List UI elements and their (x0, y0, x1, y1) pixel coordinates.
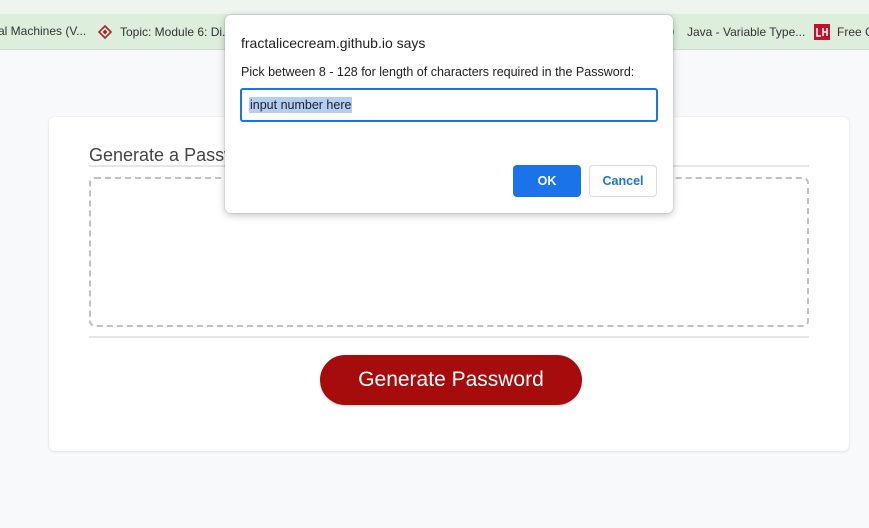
divider (89, 336, 809, 338)
bookmark-item[interactable]: Free C (814, 24, 869, 40)
dialog-title: fractalicecream.github.io says (241, 35, 426, 51)
cancel-button[interactable]: Cancel (589, 165, 657, 197)
dialog-input-value: input number here (249, 97, 353, 113)
dialog-input[interactable]: input number here (240, 88, 658, 122)
red-logo-icon (814, 24, 830, 40)
bookmark-item[interactable]: Java - Variable Type... (664, 24, 805, 40)
bookmark-label: Java - Variable Type... (687, 25, 806, 39)
bookmark-label: al Machines (V... (0, 24, 87, 38)
bookmark-item[interactable]: Topic: Module 6: Di... (97, 24, 232, 40)
dialog-message: Pick between 8 - 128 for length of chara… (241, 65, 635, 79)
prompt-dialog: fractalicecream.github.io says Pick betw… (225, 15, 673, 213)
generate-password-button[interactable]: Generate Password (320, 355, 582, 405)
canvas-shield-icon (97, 24, 113, 40)
bookmark-item[interactable]: al Machines (V... (0, 24, 86, 38)
ok-button[interactable]: OK (513, 165, 581, 197)
browser-top-strip (0, 0, 869, 14)
bookmark-label: Free C (837, 25, 869, 39)
bookmark-label: Topic: Module 6: Di... (120, 25, 233, 39)
